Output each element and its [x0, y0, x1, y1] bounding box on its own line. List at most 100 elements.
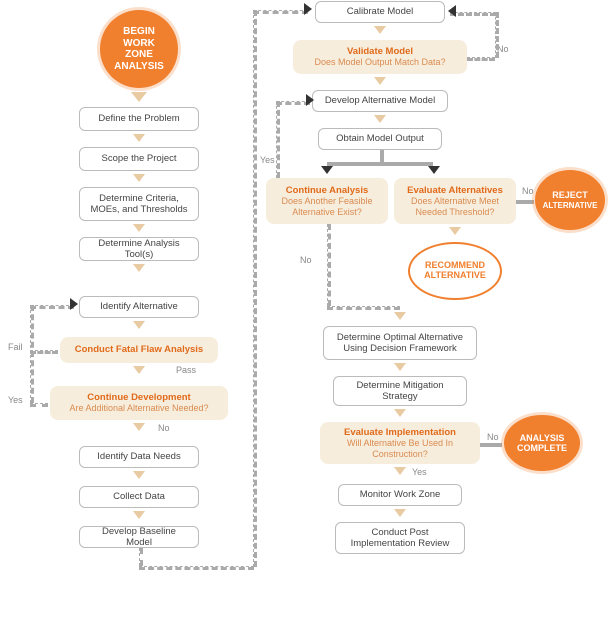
reject-alt-line1: REJECT	[552, 190, 588, 200]
start-line1: BEGIN	[123, 26, 155, 38]
evaluate-alternatives-box: Evaluate Alternatives Does Alternative M…	[394, 178, 516, 224]
dashed-fail-out	[30, 350, 58, 354]
evaluate-alternatives-question: Does Alternative Meet Needed Threshold?	[402, 196, 508, 218]
calibrate-model-label: Calibrate Model	[347, 6, 414, 17]
no-label-impl: No	[487, 432, 499, 442]
arrow-icon	[374, 77, 386, 85]
continue-analysis-box: Continue Analysis Does Another Feasible …	[266, 178, 388, 224]
validate-model-title: Validate Model	[347, 46, 413, 57]
dashed-bottom-up	[253, 10, 257, 567]
evaluate-alternatives-title: Evaluate Alternatives	[407, 185, 503, 196]
start-circle: BEGIN WORK ZONE ANALYSIS	[100, 10, 178, 88]
start-line3: ANALYSIS	[114, 61, 164, 73]
dashed-bottom-down	[139, 548, 143, 566]
validate-model-question: Does Model Output Match Data?	[314, 57, 445, 68]
dashed-yes-out	[30, 403, 48, 407]
continue-development-title: Continue Development	[87, 392, 190, 403]
split-line-horiz	[327, 162, 433, 166]
scope-project-box: Scope the Project	[79, 147, 199, 171]
analysis-complete-circle: ANALYSIS COMPLETE	[504, 415, 580, 471]
conduct-post-review-label: Conduct Post Implementation Review	[344, 527, 456, 550]
evaluate-implementation-title: Evaluate Implementation	[344, 427, 456, 438]
fail-label: Fail	[8, 342, 23, 352]
monitor-work-zone-label: Monitor Work Zone	[360, 489, 441, 500]
dashed-loop-left-top	[30, 305, 74, 309]
conduct-post-review-box: Conduct Post Implementation Review	[335, 522, 465, 554]
continue-analysis-title: Continue Analysis	[286, 185, 369, 196]
split-line-down	[380, 150, 384, 162]
continue-development-box: Continue Development Are Additional Alte…	[50, 386, 228, 420]
continue-development-question: Are Additional Alternative Needed?	[69, 403, 208, 414]
dashed-bottom-horiz	[139, 566, 254, 570]
arrow-icon	[449, 227, 461, 235]
arrow-icon	[394, 409, 406, 417]
collect-data-label: Collect Data	[113, 491, 165, 502]
arrowhead-icon	[304, 3, 312, 15]
conduct-fatal-flaw-title: Conduct Fatal Flaw Analysis	[75, 344, 203, 355]
arrow-icon	[394, 467, 406, 475]
identify-data-needs-box: Identify Data Needs	[79, 446, 199, 468]
conduct-fatal-flaw-box: Conduct Fatal Flaw Analysis	[60, 337, 218, 363]
recommend-alternative-circle: RECOMMEND ALTERNATIVE	[408, 242, 502, 300]
collect-data-box: Collect Data	[79, 486, 199, 508]
arrow-icon	[374, 115, 386, 123]
arrowhead-icon	[448, 5, 456, 17]
no-label-analysis: No	[300, 255, 312, 265]
yes-label-left: Yes	[8, 395, 23, 405]
determine-mitigation-box: Determine Mitigation Strategy	[333, 376, 467, 406]
identify-alternative-label: Identify Alternative	[100, 301, 178, 312]
no-to-complete	[480, 443, 502, 447]
arrow-icon	[133, 321, 145, 329]
analysis-complete-line2: COMPLETE	[517, 443, 567, 453]
arrow-icon	[394, 312, 406, 320]
develop-baseline-box: Develop Baseline Model	[79, 526, 199, 548]
identify-alternative-box: Identify Alternative	[79, 296, 199, 318]
determine-criteria-box: Determine Criteria, MOEs, and Thresholds	[79, 187, 199, 221]
arrow-icon	[133, 471, 145, 479]
dashed-analysis-no	[327, 224, 331, 306]
develop-baseline-label: Develop Baseline Model	[88, 526, 190, 549]
arrowhead-icon	[428, 166, 440, 174]
dashed-validate-no-up	[495, 12, 499, 58]
determine-criteria-label: Determine Criteria, MOEs, and Thresholds	[88, 193, 190, 216]
dashed-loop-left	[30, 305, 34, 403]
arrowhead-icon	[306, 94, 314, 106]
arrow-icon	[133, 134, 145, 142]
arrow-icon	[133, 224, 145, 232]
dashed-validate-no-left	[450, 12, 496, 16]
obtain-model-output-label: Obtain Model Output	[336, 133, 424, 144]
dashed-validate-no	[467, 57, 495, 61]
arrow-icon	[133, 174, 145, 182]
monitor-work-zone-box: Monitor Work Zone	[338, 484, 462, 506]
arrow-icon	[394, 509, 406, 517]
reject-alt-line2: ALTERNATIVE	[543, 201, 598, 210]
recommend-alt-line2: ALTERNATIVE	[424, 271, 486, 281]
no-label-reject: No	[522, 186, 534, 196]
arrowhead-icon	[70, 298, 78, 310]
determine-optimal-label: Determine Optimal Alternative Using Deci…	[332, 332, 468, 355]
develop-alt-model-label: Develop Alternative Model	[325, 95, 435, 106]
start-line2: WORK ZONE	[108, 38, 170, 61]
dashed-top-horiz	[253, 10, 308, 14]
merge-horiz	[327, 306, 400, 310]
determine-tools-label: Determine Analysis Tool(s)	[88, 238, 190, 261]
arrow-icon	[133, 264, 145, 272]
define-problem-label: Define the Problem	[98, 113, 179, 124]
analysis-complete-line1: ANALYSIS	[520, 433, 565, 443]
arrow-icon	[133, 511, 145, 519]
determine-mitigation-label: Determine Mitigation Strategy	[342, 380, 458, 403]
no-label-1: No	[158, 423, 170, 433]
determine-optimal-box: Determine Optimal Alternative Using Deci…	[323, 326, 477, 360]
reject-alternative-circle: REJECT ALTERNATIVE	[535, 170, 605, 230]
identify-data-needs-label: Identify Data Needs	[97, 451, 180, 462]
arrow-icon	[133, 366, 145, 374]
validate-model-box: Validate Model Does Model Output Match D…	[293, 40, 467, 74]
evaluate-implementation-box: Evaluate Implementation Will Alternative…	[320, 422, 480, 464]
evaluate-implementation-question: Will Alternative Be Used In Construction…	[328, 438, 472, 460]
scope-project-label: Scope the Project	[102, 153, 177, 164]
continue-analysis-question: Does Another Feasible Alternative Exist?	[274, 196, 380, 218]
yes-label-impl: Yes	[412, 467, 427, 477]
yes-label-analysis: Yes	[260, 155, 275, 165]
dashed-analysis-yes-left	[276, 101, 280, 178]
arrowhead-icon	[321, 166, 333, 174]
